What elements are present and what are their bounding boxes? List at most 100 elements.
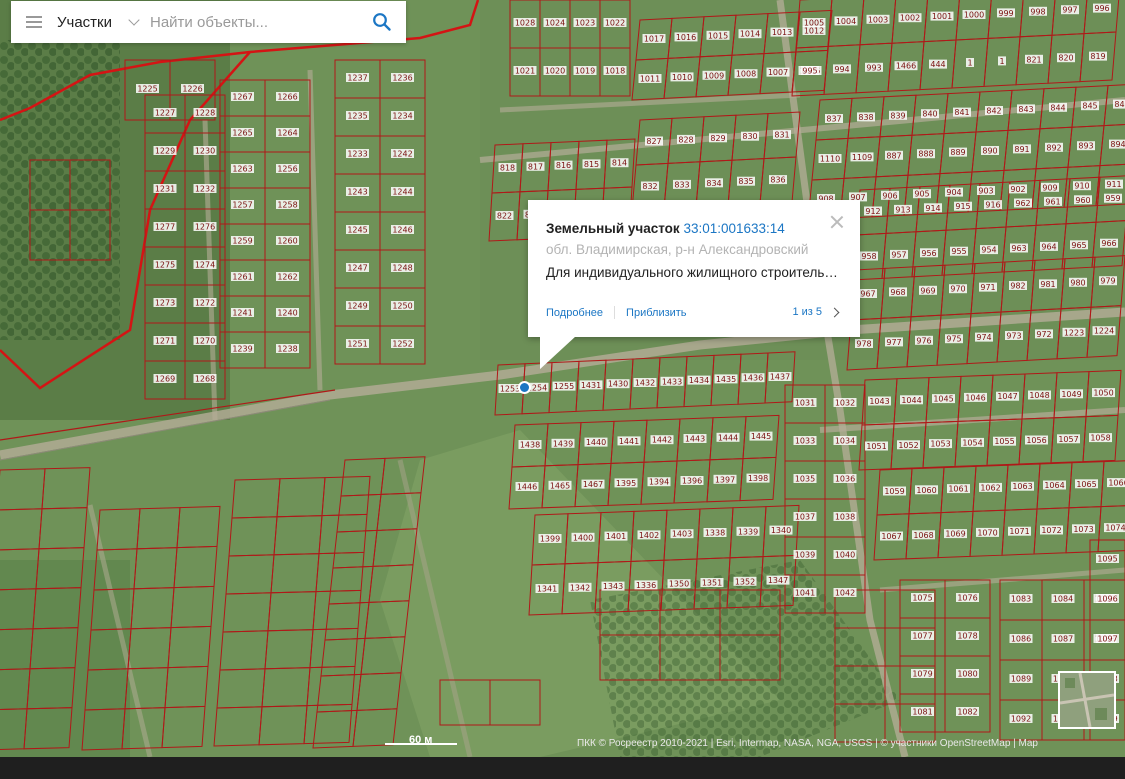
parcel-number: 1084 [1053,595,1073,604]
parcel-number: 1240 [277,309,297,318]
parcel-number: 1056 [1026,436,1046,445]
parcel-number: 1087 [1053,635,1073,644]
parcel-number: 818 [500,164,515,173]
pager-label: 1 из 5 [792,306,822,318]
parcel-number: 1262 [277,273,297,282]
parcel-number: 1002 [900,14,920,23]
parcel-number: 995 [802,67,817,76]
parcel-number: 1432 [635,379,655,388]
parcel-number: 1024 [545,19,565,28]
layer-dropdown[interactable]: Участки [57,1,150,43]
parcel-number: 1015 [708,31,728,40]
parcel-number: 979 [1100,277,1115,286]
popup-actions: Подробнее Приблизить [546,306,687,319]
parcel-number: 1062 [980,483,1000,492]
parcel-number: 843 [1018,105,1033,114]
parcel-number: 981 [1040,280,1055,289]
parcel-number: 1073 [1073,525,1093,534]
parcel-number: 1010 [672,73,692,82]
parcel-number: 1092 [1011,715,1031,724]
parcel-number: 1022 [605,19,625,28]
parcel-number: 846 [1114,100,1125,109]
parcel-number: 1079 [912,670,932,679]
parcel-number: 1225 [137,85,157,94]
parcel-number: 888 [918,150,933,159]
parcel-number: 972 [1036,330,1051,339]
parcel-number: 1037 [795,513,815,522]
parcel-number: 1232 [195,185,215,194]
parcel-number: 1054 [962,438,982,447]
parcel-number: 1036 [835,475,855,484]
menu-icon[interactable] [11,1,57,43]
parcel-number: 1065 [1076,480,1096,489]
parcel-number: 1070 [977,528,997,537]
divider [614,306,616,319]
parcel-number: 838 [858,113,873,122]
parcel-number: 1271 [155,337,175,346]
parcel-number: 1018 [605,67,625,76]
parcel-number: 1032 [835,399,855,408]
parcel-number: 954 [981,246,996,255]
parcel-number: 1347 [768,576,788,585]
parcel-number: 1237 [347,74,367,83]
parcel-number: 1238 [277,345,297,354]
parcel-number: 835 [738,177,753,186]
parcel-number: 819 [1090,52,1105,61]
parcel-number: 887 [886,151,901,160]
parcel-number: 815 [584,160,599,169]
parcel-number: 1229 [155,147,175,156]
basemap-thumbnail-icon [1060,673,1114,727]
parcel-number: 1342 [570,583,590,592]
parcel-number: 1089 [1011,675,1031,684]
parcel-number: 964 [1041,242,1056,251]
parcel-number: 915 [955,202,970,211]
parcel-number: 1277 [155,223,175,232]
search-input[interactable] [150,13,350,31]
popup-pager[interactable]: 1 из 5 [792,306,840,318]
parcel-number: 1436 [743,374,763,383]
parcel-number: 829 [710,134,725,143]
parcel-number: 1276 [195,223,215,232]
parcel-number: 1061 [948,485,968,494]
selected-parcel-marker[interactable] [518,381,531,394]
zoom-in-link[interactable]: Приблизить [626,307,687,319]
parcel-number: 1007 [768,68,788,77]
parcel-number: 997 [1062,6,1077,15]
more-details-link[interactable]: Подробнее [546,307,603,319]
parcel-number: 1256 [277,165,297,174]
close-icon[interactable] [830,215,844,229]
chevron-right-icon[interactable] [829,307,840,317]
search-icon[interactable] [372,12,392,32]
parcel-number: 1399 [540,535,560,544]
parcel-number: 966 [1101,239,1116,248]
parcel-number: 1263 [232,165,252,174]
parcel-number: 904 [946,188,961,197]
parcel-number: 834 [706,179,721,188]
bottom-bar [0,757,1125,779]
parcel-number: 1042 [835,589,855,598]
parcel-number: 1396 [682,477,702,486]
parcel-number: 1069 [945,530,965,539]
parcel-number: 832 [642,182,657,191]
popup-address: обл. Владимирская, р-н Александровский [546,242,809,257]
parcel-number: 980 [1070,278,1085,287]
parcel-number: 836 [770,176,785,185]
parcel-number: 1444 [718,433,738,442]
parcel-number: 998 [1030,7,1045,16]
parcel-number: 894 [1110,140,1125,149]
parcel-number: 1038 [835,513,855,522]
parcel-number: 1041 [795,589,815,598]
parcel-number: 999 [998,9,1013,18]
parcel-number: 974 [976,333,991,342]
parcel-number: 1249 [347,302,367,311]
parcel-number: 1433 [662,377,682,386]
parcel-number: 959 [1105,194,1120,203]
basemap-switcher[interactable] [1058,671,1116,729]
parcel-number: 967 [860,290,875,299]
parcel-number: 1352 [735,577,755,586]
cadastral-number-link[interactable]: 33:01:001633:14 [683,221,784,236]
parcel-number: 1096 [1097,595,1117,604]
parcel-number: 968 [890,288,905,297]
parcel-number: 1068 [913,531,933,540]
parcel-number: 1080 [957,670,977,679]
